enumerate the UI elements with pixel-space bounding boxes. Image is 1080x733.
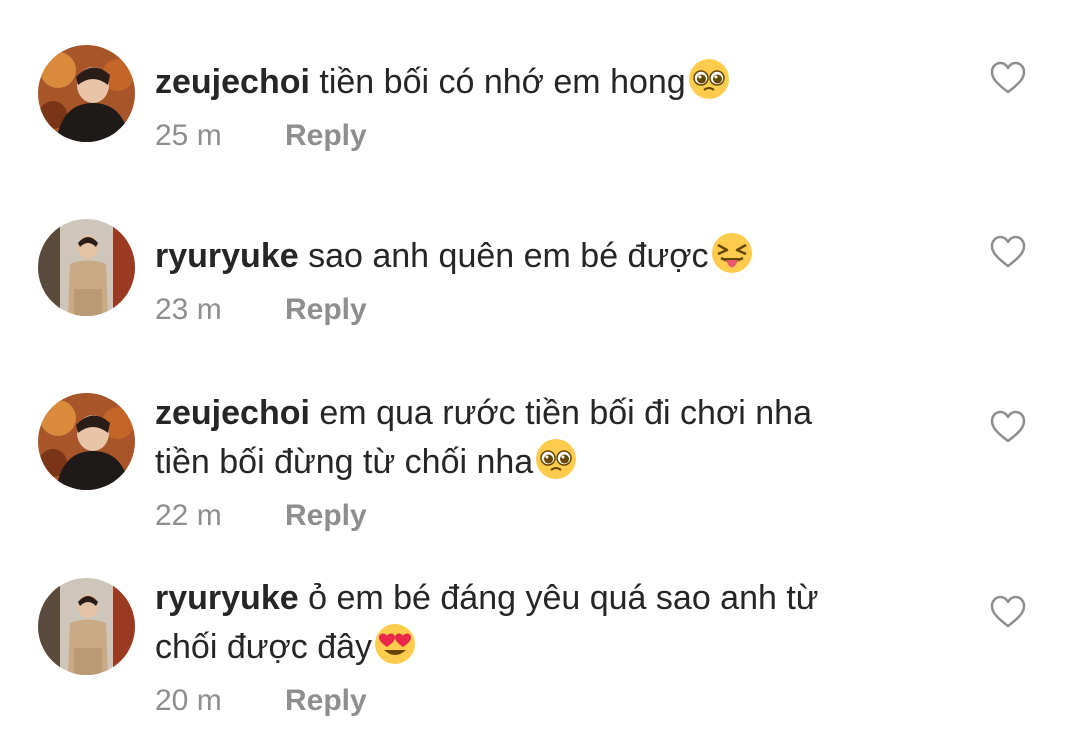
username[interactable]: zeujechoi <box>155 63 310 101</box>
avatar[interactable] <box>38 578 135 675</box>
heart-outline-icon[interactable] <box>990 235 1026 269</box>
reply-button[interactable]: Reply <box>285 290 367 330</box>
comment-text: ryuryuke sao anh quên em bé được <box>155 231 955 288</box>
avatar[interactable] <box>38 393 135 490</box>
comment-line: sao anh quên em bé được <box>308 237 709 275</box>
heart-outline-icon[interactable] <box>990 410 1026 444</box>
username[interactable]: ryuryuke <box>155 237 299 275</box>
reply-button[interactable]: Reply <box>285 116 367 156</box>
timestamp: 22 m <box>155 499 222 532</box>
heart-eyes-face-emoji-icon <box>373 622 417 679</box>
comment-line: chối được đây <box>155 628 373 666</box>
username[interactable]: zeujechoi <box>155 394 310 432</box>
comment-meta: 22 m Reply <box>155 496 955 540</box>
comment-text: zeujechoi em qua rước tiền bối đi chơi n… <box>155 389 955 494</box>
comment-text: zeujechoi tiền bối có nhớ em hong <box>155 57 955 114</box>
heart-outline-icon[interactable] <box>990 595 1026 629</box>
comment-line: em qua rước tiền bối đi chơi nha <box>319 394 812 432</box>
reply-button[interactable]: Reply <box>285 496 367 536</box>
comment-line: tiền bối đừng từ chối nha <box>155 443 534 481</box>
squinting-tongue-face-emoji-icon <box>710 231 754 288</box>
comment-text: ryuryuke ỏ em bé đáng yêu quá sao anh từ… <box>155 574 955 679</box>
comment-line: ỏ em bé đáng yêu quá sao anh từ <box>308 579 819 617</box>
heart-outline-icon[interactable] <box>990 61 1026 95</box>
avatar[interactable] <box>38 219 135 316</box>
reply-button[interactable]: Reply <box>285 681 367 721</box>
avatar[interactable] <box>38 45 135 142</box>
username[interactable]: ryuryuke <box>155 579 299 617</box>
comment-meta: 25 m Reply <box>155 116 955 160</box>
pleading-face-emoji-icon <box>687 57 731 114</box>
timestamp: 25 m <box>155 119 222 152</box>
pleading-face-emoji-icon <box>534 437 578 494</box>
comment-meta: 23 m Reply <box>155 290 955 334</box>
timestamp: 20 m <box>155 684 222 717</box>
comment-line: tiền bối có nhớ em hong <box>319 63 686 101</box>
timestamp: 23 m <box>155 293 222 326</box>
comment-meta: 20 m Reply <box>155 681 955 725</box>
